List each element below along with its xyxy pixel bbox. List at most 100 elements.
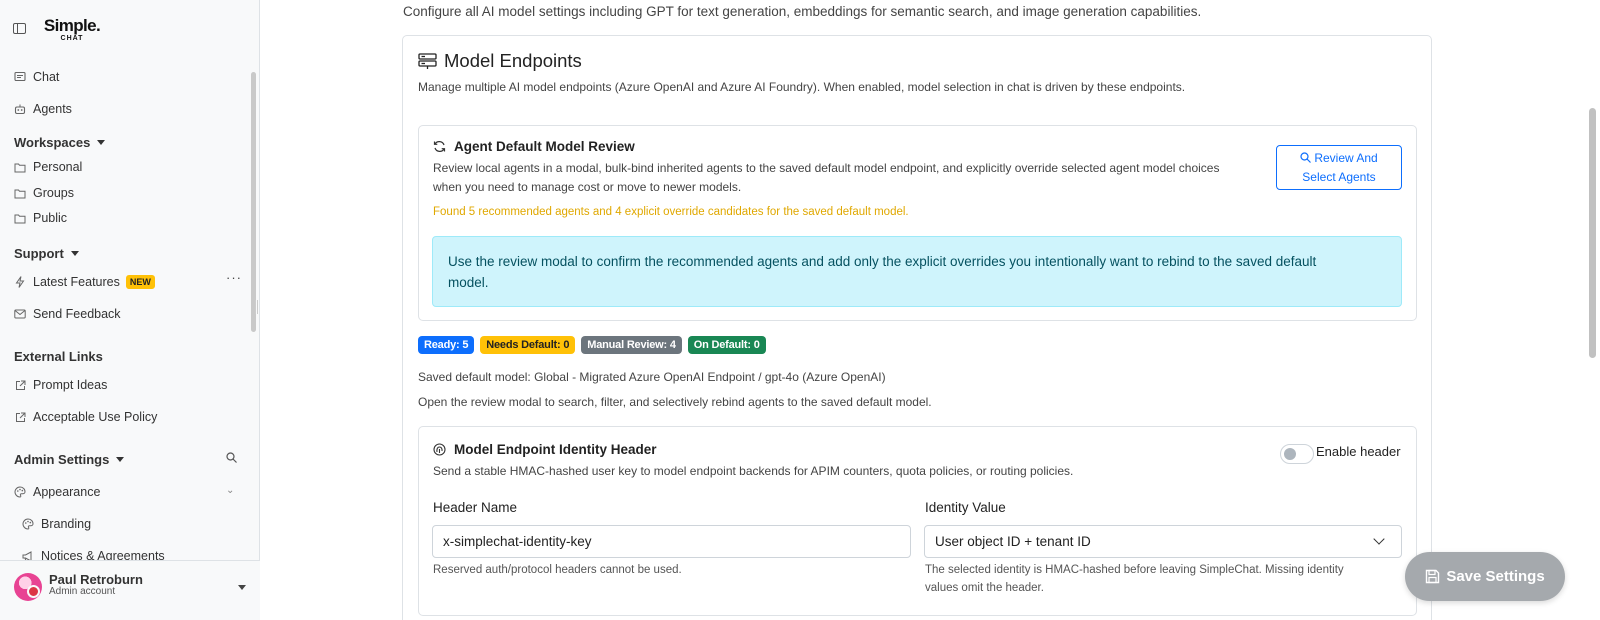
identity-header-heading: Model Endpoint Identity Header <box>433 442 657 457</box>
review-button-line2: Select Agents <box>1302 170 1376 184</box>
caret-down-icon <box>70 251 79 256</box>
agent-review-heading: Agent Default Model Review <box>433 139 635 154</box>
sidebar-item-label: Groups <box>33 186 74 200</box>
model-endpoints-title: Model Endpoints <box>444 50 582 71</box>
workspaces-heading-label: Workspaces <box>14 135 91 150</box>
agent-review-warning: Found 5 recommended agents and 4 explici… <box>433 206 909 218</box>
model-endpoints-heading: Model Endpoints <box>418 50 582 72</box>
server-icon <box>418 53 437 69</box>
search-icon <box>1300 152 1312 163</box>
chat-icon <box>14 71 26 83</box>
ready-badge: Ready: 5 <box>418 336 475 354</box>
agent-review-description-line1: Review local agents in a modal, bulk-bin… <box>433 161 1220 175</box>
resize-handle[interactable] <box>255 300 258 314</box>
sidebar-item-acceptable-use[interactable]: Acceptable Use Policy <box>14 407 157 427</box>
sidebar-item-personal[interactable]: Personal <box>14 157 82 177</box>
sidebar-item-label: Chat <box>33 70 60 84</box>
sidebar-item-branding[interactable]: Branding <box>22 514 91 534</box>
support-heading-label: Support <box>14 246 64 261</box>
admin-settings-heading[interactable]: Admin Settings <box>14 452 125 467</box>
robot-icon <box>14 103 26 115</box>
sidebar-item-agents[interactable]: Agents <box>14 99 72 119</box>
sidebar-item-label: Appearance <box>33 485 101 499</box>
saved-default-model-text: Saved default model: Global - Migrated A… <box>418 370 886 384</box>
main-scrollbar[interactable] <box>1589 108 1596 358</box>
folder-icon <box>14 187 26 199</box>
more-options-icon[interactable]: ··· <box>226 270 242 285</box>
envelope-icon <box>14 308 26 320</box>
sidebar-item-public[interactable]: Public <box>14 208 67 228</box>
caret-down-icon <box>116 457 125 462</box>
fingerprint-icon <box>433 443 446 456</box>
folder-icon <box>14 212 26 224</box>
sidebar-item-label: Branding <box>41 517 92 531</box>
palette-icon <box>22 518 34 530</box>
support-heading[interactable]: Support <box>14 246 79 261</box>
sidebar-item-prompt-ideas[interactable]: Prompt Ideas <box>14 375 107 395</box>
agent-status-badges: Ready: 5 Needs Default: 0 Manual Review:… <box>418 336 766 354</box>
external-links-heading: External Links <box>14 349 103 364</box>
user-menu[interactable]: Paul Retroburn Admin account <box>0 560 260 620</box>
needs-default-badge: Needs Default: 0 <box>480 336 576 354</box>
refresh-icon <box>433 141 446 152</box>
sidebar-item-label: Latest Features <box>33 275 120 289</box>
identity-header-description: Send a stable HMAC-hashed user key to mo… <box>433 464 1074 478</box>
header-name-help: Reserved auth/protocol headers cannot be… <box>433 564 682 576</box>
admin-settings-heading-label: Admin Settings <box>14 452 110 467</box>
sidebar-item-label: Prompt Ideas <box>33 378 108 392</box>
user-role: Admin account <box>49 586 116 597</box>
info-alert-line1: Use the review modal to confirm the reco… <box>448 254 1317 269</box>
identity-header-title: Model Endpoint Identity Header <box>454 442 657 457</box>
user-name: Paul Retroburn <box>49 572 143 587</box>
external-links-heading-label: External Links <box>14 349 103 364</box>
manual-review-badge: Manual Review: 4 <box>581 336 682 354</box>
agent-review-description-line2: when you need to manage cost or move to … <box>433 180 742 194</box>
logo[interactable]: Simple. CHAT <box>37 17 107 42</box>
enable-header-toggle[interactable] <box>1280 444 1314 464</box>
workspaces-heading[interactable]: Workspaces <box>14 135 106 150</box>
folder-icon <box>14 161 26 173</box>
sidebar-item-chat[interactable]: Chat <box>14 67 59 87</box>
identity-value-select[interactable]: User object ID + tenant ID <box>924 525 1402 558</box>
identity-value-selected: User object ID + tenant ID <box>935 534 1091 549</box>
sidebar-item-label: Agents <box>33 102 72 116</box>
search-icon[interactable] <box>226 452 237 463</box>
logo-main-text: Simple. <box>43 16 101 35</box>
caret-down-icon <box>97 140 106 145</box>
review-info-alert: Use the review modal to confirm the reco… <box>432 236 1402 307</box>
enable-header-label: Enable header <box>1316 444 1401 459</box>
header-name-label: Header Name <box>433 500 518 515</box>
sidebar-item-label: Personal <box>33 160 83 174</box>
sidebar: Simple. CHAT Chat Agents Workspaces Pers… <box>0 0 260 620</box>
sidebar-item-latest-features[interactable]: Latest Features NEW <box>14 272 155 292</box>
save-icon <box>1426 569 1440 584</box>
external-link-icon <box>14 411 26 423</box>
sidebar-item-send-feedback[interactable]: Send Feedback <box>14 304 121 324</box>
page-intro-text: Configure all AI model settings includin… <box>403 4 1202 19</box>
sidebar-item-label: Acceptable Use Policy <box>33 410 158 424</box>
sidebar-item-label: Public <box>33 211 68 225</box>
save-settings-button[interactable]: Save Settings <box>1405 552 1565 601</box>
avatar-status-icon <box>27 585 40 598</box>
sidebar-item-appearance[interactable]: Appearance <box>14 482 100 502</box>
sidebar-item-label: Send Feedback <box>33 307 121 321</box>
header-name-input[interactable] <box>432 525 911 558</box>
identity-value-label: Identity Value <box>925 500 1006 515</box>
new-badge: NEW <box>125 275 155 289</box>
lightning-icon <box>14 276 26 288</box>
logo-sub-text: CHAT <box>60 35 84 42</box>
identity-value-help-line2: values omit the header. <box>925 582 1044 594</box>
agent-review-title: Agent Default Model Review <box>454 139 635 154</box>
caret-down-icon[interactable] <box>238 585 246 590</box>
review-select-agents-button[interactable]: Review And Select Agents <box>1276 145 1402 190</box>
sidebar-scrollbar[interactable] <box>251 72 256 332</box>
chevron-down-icon[interactable]: ⌄ <box>226 485 234 496</box>
sidebar-item-groups[interactable]: Groups <box>14 183 74 203</box>
identity-value-help-line1: The selected identity is HMAC-hashed bef… <box>925 564 1344 576</box>
review-button-line1: Review And <box>1314 151 1378 165</box>
open-review-hint: Open the review modal to search, filter,… <box>418 395 932 409</box>
sidebar-toggle-icon[interactable] <box>13 23 26 34</box>
model-endpoints-description: Manage multiple AI model endpoints (Azur… <box>418 80 1186 94</box>
on-default-badge: On Default: 0 <box>687 336 766 354</box>
palette-icon <box>14 486 26 498</box>
